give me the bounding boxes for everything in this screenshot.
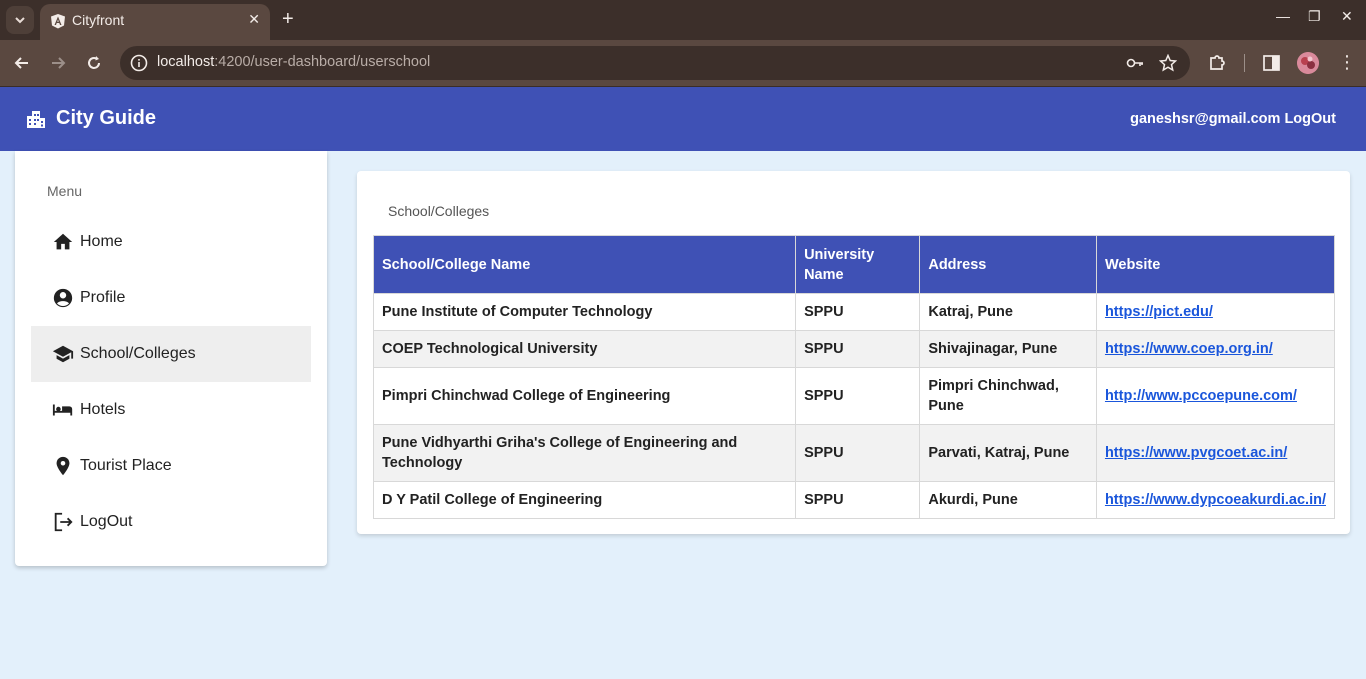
table-header-row: School/College Name University Name Addr… <box>372 235 1336 294</box>
school-icon <box>52 343 74 365</box>
url-text: localhost:4200/user-dashboard/userschool <box>157 54 430 70</box>
table-row: D Y Patil College of Engineering SPPU Ak… <box>372 481 1336 519</box>
sidebar-item-school-colleges[interactable]: School/Colleges <box>31 326 311 382</box>
website-cell: https://www.dypcoeakurdi.ac.in/ <box>1095 481 1336 519</box>
logout-icon <box>52 511 74 533</box>
website-link[interactable]: https://www.dypcoeakurdi.ac.in/ <box>1105 492 1326 508</box>
restore-icon[interactable]: ❐ <box>1308 8 1321 25</box>
account-circle-icon <box>52 287 74 309</box>
university-cell: SPPU <box>795 481 921 519</box>
college-name-cell: Pune Institute of Computer Technology <box>372 293 797 331</box>
bookmark-star-icon[interactable] <box>1159 54 1177 72</box>
sidebar-item-label: Hotels <box>80 401 126 418</box>
university-cell: SPPU <box>795 367 921 425</box>
sidebar-item-hotels[interactable]: Hotels <box>31 382 311 438</box>
browser-tab[interactable]: Cityfront ✕ <box>40 4 270 40</box>
website-link[interactable]: https://www.pvgcoet.ac.in/ <box>1105 445 1287 461</box>
app-header: City Guide ganeshsr@gmail.com LogOut <box>0 87 1366 151</box>
website-link[interactable]: http://www.pccoepune.com/ <box>1105 388 1297 404</box>
column-header: School/College Name <box>372 235 797 294</box>
key-icon[interactable] <box>1126 54 1144 72</box>
sidebar-title: Menu <box>47 183 83 199</box>
minimize-icon[interactable]: — <box>1276 8 1290 24</box>
college-name-cell: COEP Technological University <box>372 330 797 368</box>
address-bar[interactable]: localhost:4200/user-dashboard/userschool <box>120 46 1190 80</box>
browser-menu-icon[interactable]: ⋮ <box>1338 53 1356 71</box>
arrow-left-icon <box>14 57 28 69</box>
college-name-cell: Pimpri Chinchwad College of Engineering <box>372 367 797 425</box>
angular-icon <box>51 14 65 29</box>
toolbar-divider <box>1244 54 1245 72</box>
address-cell: Akurdi, Pune <box>919 481 1097 519</box>
site-info-icon[interactable] <box>130 54 148 72</box>
sidebar-item-label: Home <box>80 233 123 250</box>
column-header: Address <box>919 235 1097 294</box>
sidebar-item-label: Tourist Place <box>80 457 172 474</box>
home-icon <box>52 231 74 253</box>
user-area: ganeshsr@gmail.com LogOut <box>1130 111 1336 127</box>
new-tab-button[interactable]: + <box>282 8 294 30</box>
website-cell: https://www.coep.org.in/ <box>1095 330 1336 368</box>
url-path: :4200/user-dashboard/userschool <box>214 54 431 70</box>
header-logout-button[interactable]: LogOut <box>1284 111 1336 127</box>
sidebar-item-tourist-place[interactable]: Tourist Place <box>31 438 311 494</box>
table-row: COEP Technological University SPPU Shiva… <box>372 330 1336 368</box>
location-pin-icon <box>52 455 74 477</box>
reload-button[interactable] <box>82 51 106 75</box>
university-cell: SPPU <box>795 330 921 368</box>
schools-table: School/College Name University Name Addr… <box>372 235 1336 519</box>
forward-button[interactable] <box>46 51 70 75</box>
tab-title: Cityfront <box>72 12 125 28</box>
city-icon <box>27 111 45 128</box>
sidebar-item-label: Profile <box>80 289 126 306</box>
address-cell: Katraj, Pune <box>919 293 1097 331</box>
app-brand[interactable]: City Guide <box>56 107 156 130</box>
user-email: ganeshsr@gmail.com <box>1130 111 1281 127</box>
website-cell: https://www.pvgcoet.ac.in/ <box>1095 424 1336 482</box>
column-header: University Name <box>795 235 921 294</box>
sidebar-item-profile[interactable]: Profile <box>31 270 311 326</box>
column-header: Website <box>1095 235 1336 294</box>
university-cell: SPPU <box>795 293 921 331</box>
address-cell: Parvati, Katraj, Pune <box>919 424 1097 482</box>
url-host: localhost <box>157 54 215 70</box>
college-name-cell: D Y Patil College of Engineering <box>372 481 797 519</box>
address-cell: Shivajinagar, Pune <box>919 330 1097 368</box>
content-card: School/Colleges School/College Name Univ… <box>357 171 1350 534</box>
sidebar-item-logout[interactable]: LogOut <box>31 494 311 550</box>
hotel-icon <box>52 399 74 421</box>
website-cell: http://www.pccoepune.com/ <box>1095 367 1336 425</box>
browser-tab-bar: Cityfront ✕ + — ❐ ✕ <box>0 0 1366 40</box>
sidebar-item-label: LogOut <box>80 513 133 530</box>
side-panel-icon[interactable] <box>1261 52 1283 74</box>
university-cell: SPPU <box>795 424 921 482</box>
website-link[interactable]: https://www.coep.org.in/ <box>1105 341 1273 357</box>
website-cell: https://pict.edu/ <box>1095 293 1336 331</box>
sidebar-item-label: School/Colleges <box>80 345 196 362</box>
table-row: Pimpri Chinchwad College of Engineering … <box>372 367 1336 425</box>
extensions-icon[interactable] <box>1207 52 1229 74</box>
back-button[interactable] <box>10 51 34 75</box>
tab-search-button[interactable] <box>6 6 34 34</box>
sidebar: Menu Home Profile School/Colleges Hotels… <box>15 151 327 566</box>
college-name-cell: Pune Vidhyarthi Griha's College of Engin… <box>372 424 797 482</box>
website-link[interactable]: https://pict.edu/ <box>1105 304 1213 320</box>
address-cell: Pimpri Chinchwad, Pune <box>919 367 1097 425</box>
browser-toolbar: localhost:4200/user-dashboard/userschool… <box>0 40 1366 87</box>
avatar-image-icon <box>1297 52 1319 74</box>
profile-avatar[interactable] <box>1297 52 1319 74</box>
arrow-right-icon <box>52 57 66 69</box>
chevron-down-icon <box>15 17 25 24</box>
reload-icon <box>88 56 100 69</box>
table-row: Pune Vidhyarthi Griha's College of Engin… <box>372 424 1336 482</box>
page-title: School/Colleges <box>388 203 490 219</box>
table-row: Pune Institute of Computer Technology SP… <box>372 293 1336 331</box>
window-close-icon[interactable]: ✕ <box>1341 8 1353 25</box>
sidebar-item-home[interactable]: Home <box>31 214 311 270</box>
close-tab-icon[interactable]: ✕ <box>248 11 260 28</box>
